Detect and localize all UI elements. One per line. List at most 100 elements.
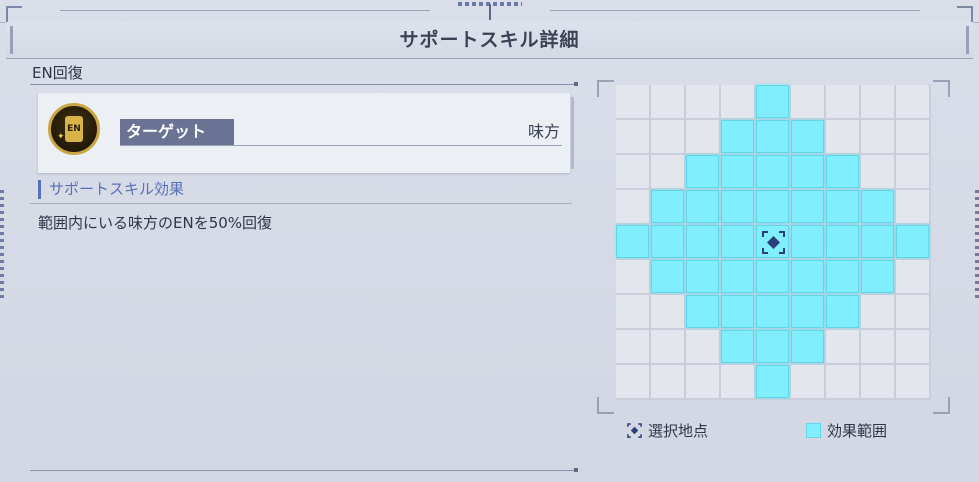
legend-effect-label: 効果範囲 [827,421,888,440]
grid-cell-effect [791,155,824,188]
grid-cell-effect [826,295,859,328]
grid-cell [826,330,859,363]
grid-cell-effect [826,225,859,258]
grid-corner-bottom-left [597,397,614,414]
grid-cell-effect [791,330,824,363]
grid-cell [861,85,894,118]
grid-cell [826,120,859,153]
effect-range-swatch [806,422,821,438]
grid-cell [651,120,684,153]
grid-corner-top-left [597,80,614,97]
bottom-divider [30,468,578,472]
grid-cell-effect [756,155,789,188]
en-icon-label: EN [65,116,83,142]
grid-cell-effect [791,260,824,293]
side-marker-right [975,190,979,300]
grid-cell-effect [756,120,789,153]
grid-cell [861,155,894,188]
grid-cell-effect [721,190,754,223]
grid-cell-effect [791,295,824,328]
legend-effect-range: 効果範囲 [806,420,887,440]
grid-cell [616,120,649,153]
grid-cell [686,120,719,153]
grid-cell [861,365,894,398]
grid-cell-effect [756,365,789,398]
grid-cell [861,120,894,153]
grid-cell-effect [791,120,824,153]
top-frame-line-right [550,10,920,11]
grid-cell-effect [861,190,894,223]
grid-cell-effect [721,120,754,153]
grid-cell [826,85,859,118]
grid-cell [616,330,649,363]
grid-cell [651,365,684,398]
skill-name-divider [30,82,578,86]
grid-cell [826,365,859,398]
grid-cell-effect [616,225,649,258]
grid-cell-effect [721,155,754,188]
side-marker-left [0,190,4,300]
legend-selected-label: 選択地点 [648,421,709,440]
range-grid [616,85,931,400]
grid-cell [651,155,684,188]
grid-cell [896,260,929,293]
grid-cell-effect [861,260,894,293]
grid-cell-effect [651,190,684,223]
grid-cell-effect [756,190,789,223]
grid-cell [651,295,684,328]
effect-title: サポートスキル効果 [38,180,184,199]
grid-cell [896,190,929,223]
grid-cell [616,365,649,398]
grid-cell-effect [791,225,824,258]
target-card-edge [571,97,574,169]
effect-description: 範囲内にいる味方のENを50%回復 [38,214,273,232]
grid-cell [896,365,929,398]
grid-cell-effect [756,260,789,293]
grid-cell [686,85,719,118]
grid-cell-selected [756,225,789,258]
grid-cell-effect [651,260,684,293]
grid-cell-effect [651,225,684,258]
en-battery-icon: EN ✦ [48,103,100,155]
grid-corner-bottom-right [933,397,950,414]
grid-cell [721,85,754,118]
legend-selected-point: 選択地点 [627,420,708,440]
grid-cell-effect [791,190,824,223]
grid-cell-effect [721,330,754,363]
grid-cell-effect [721,295,754,328]
frame-corner-top-right [957,6,973,22]
grid-cell-effect [756,330,789,363]
selected-point-icon [762,231,785,254]
grid-cell [616,85,649,118]
effect-divider [30,203,572,204]
grid-cell-effect [756,295,789,328]
grid-cell [651,85,684,118]
grid-cell [791,365,824,398]
grid-cell-effect [721,260,754,293]
selected-point-icon [627,422,642,438]
target-underline [120,145,562,146]
grid-cell-effect [826,190,859,223]
top-frame-line-left [60,10,430,11]
grid-cell-effect [686,155,719,188]
grid-cell [896,85,929,118]
target-card: EN ✦ ターゲット 味方 [38,93,574,173]
grid-cell [861,330,894,363]
grid-cell-effect [686,260,719,293]
grid-cell-effect [721,225,754,258]
sparkle-icon: ✦ [57,132,65,142]
grid-cell [791,85,824,118]
grid-cell [616,260,649,293]
grid-cell [686,365,719,398]
grid-cell-effect [826,155,859,188]
grid-cell [616,295,649,328]
frame-corner-top-left [6,6,22,22]
grid-corner-top-right [933,80,950,97]
top-frame [0,0,979,23]
page-title: サポートスキル詳細 [399,29,580,51]
grid-cell [616,190,649,223]
grid-cell-effect [686,225,719,258]
grid-cell-effect [861,225,894,258]
target-value: 味方 [527,122,560,141]
grid-cell [896,120,929,153]
